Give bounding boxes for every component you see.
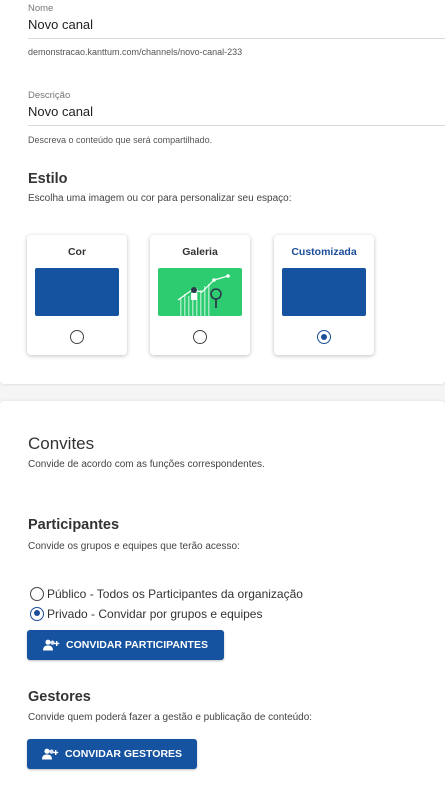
invites-section-title: Convites bbox=[28, 434, 95, 453]
add-users-icon bbox=[43, 639, 60, 651]
visibility-option-private[interactable]: Privado - Convidar por grupos e equipes bbox=[30, 606, 262, 621]
style-option-radio[interactable] bbox=[193, 330, 207, 344]
name-field-underline bbox=[28, 38, 445, 39]
name-field[interactable]: Novo canal bbox=[28, 17, 93, 32]
participants-title: Participantes bbox=[28, 517, 120, 533]
style-option-label: Cor bbox=[67, 246, 87, 258]
style-option-label: Galeria bbox=[182, 246, 218, 258]
private-option-label: Privado - Convidar por grupos e equipes bbox=[47, 606, 263, 621]
visibility-option-public[interactable]: Público - Todos os Participantes da orga… bbox=[30, 586, 303, 601]
public-option-label: Público - Todos os Participantes da orga… bbox=[47, 586, 303, 601]
gallery-image-thumbnail bbox=[158, 268, 242, 316]
invites-section-subtitle: Convide de acordo com as funções corresp… bbox=[28, 459, 265, 470]
invite-participants-label: CONVIDAR PARTICIPANTES bbox=[66, 639, 208, 651]
managers-subtitle: Convide quem poderá fazer a gestão e pub… bbox=[28, 712, 313, 723]
style-option-radio[interactable] bbox=[70, 330, 84, 344]
managers-title: Gestores bbox=[28, 689, 91, 705]
custom-swatch bbox=[282, 268, 366, 316]
channel-url-helper: demonstracao.kanttum.com/channels/novo-c… bbox=[28, 47, 243, 57]
style-section-subtitle: Escolha uma imagem ou cor para personali… bbox=[28, 193, 292, 204]
style-option-cor[interactable]: Cor bbox=[27, 235, 127, 355]
private-radio[interactable] bbox=[30, 606, 44, 621]
style-section-title: Estilo bbox=[28, 171, 68, 187]
style-option-radio[interactable] bbox=[317, 330, 331, 344]
name-field-label: Nome bbox=[28, 3, 54, 14]
invite-managers-label: CONVIDAR GESTORES bbox=[64, 748, 183, 760]
gallery-illustration-icon bbox=[177, 274, 230, 316]
add-users-icon bbox=[41, 748, 59, 760]
invites-card: Convites Convide de acordo com as funçõe… bbox=[0, 401, 445, 792]
description-helper: Descreva o conteúdo que será compartilha… bbox=[28, 135, 213, 145]
description-field[interactable]: Novo canal bbox=[28, 104, 93, 119]
participants-subtitle: Convide os grupos e equipes que terão ac… bbox=[28, 541, 240, 552]
color-swatch bbox=[35, 268, 119, 316]
invite-managers-button[interactable]: CONVIDAR GESTORES bbox=[27, 739, 197, 769]
channel-settings-card: Nome Novo canal demonstracao.kanttum.com… bbox=[0, 0, 445, 384]
description-field-label: Descrição bbox=[28, 90, 71, 101]
style-option-label: Customizada bbox=[291, 246, 357, 258]
public-radio[interactable] bbox=[30, 586, 44, 601]
style-option-galeria[interactable]: Galeria bbox=[150, 235, 250, 355]
style-option-customizada[interactable]: Customizada bbox=[274, 235, 374, 355]
description-field-underline bbox=[28, 125, 445, 126]
invite-participants-button[interactable]: CONVIDAR PARTICIPANTES bbox=[27, 630, 224, 660]
